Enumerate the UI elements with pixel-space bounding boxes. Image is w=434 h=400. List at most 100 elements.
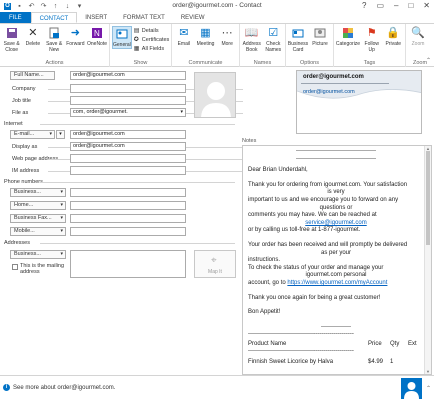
check-names-button[interactable]: ☑ Check Names [264,26,284,54]
forward-button[interactable]: ➜ Forward [66,26,85,48]
notes-line: comments you may have. We can be reached… [248,212,377,219]
notes-line: is very [327,189,345,196]
person-silhouette-icon [404,382,419,399]
contact-photo[interactable] [194,72,236,118]
delete-button[interactable]: ✕ Delete [23,26,42,48]
address-book-button[interactable]: 📖 Address Book [242,26,262,54]
display-as-field[interactable]: order@igourmet.com [70,142,186,151]
map-it-button[interactable]: ⌖ Map It [194,250,236,278]
item-qty: 1 [390,359,394,366]
private-button[interactable]: 🔒 Private [384,26,404,48]
address-book-icon: 📖 [244,27,259,39]
collapse-ribbon-icon[interactable]: ⌃ [426,57,431,64]
email-field[interactable]: order@igourmet.com [70,130,186,139]
phone-business-fax-field[interactable] [70,214,186,223]
my-account-link[interactable]: https://www.igourmet.com/myAccount [287,280,387,286]
save-close-button[interactable]: Save & Close [2,26,21,53]
full-name-button[interactable]: Full Name... [10,71,55,80]
meeting-button[interactable]: ▦ Meeting [196,26,216,48]
chevron-up-icon[interactable]: ⌃ [426,385,431,392]
company-field[interactable] [70,84,186,93]
address-field[interactable] [70,250,186,278]
svg-text:N: N [94,29,100,38]
notes-separator: ---------------------------------------- [296,148,376,154]
categorize-button[interactable]: Categorize [336,26,360,47]
general-view-button[interactable]: General [112,26,132,49]
notes-separator: ----------------------------------------… [248,348,354,355]
job-title-label: Job title [12,98,243,104]
scroll-down-icon[interactable]: ▼ [425,369,431,374]
business-card-email: order@igourmet.com [303,89,355,95]
job-title-field[interactable] [70,96,186,105]
phone-mobile-button[interactable]: Mobile... [10,227,66,236]
col-ext: Ext [408,340,417,347]
full-name-field[interactable]: order@igourmet.com [70,71,186,80]
phone-business-field[interactable] [70,188,186,197]
delete-icon: ✕ [28,27,38,39]
onenote-button[interactable]: N OneNote [87,26,107,47]
notes-line: Thank you for ordering from igourmet.com… [248,181,408,188]
window-controls: ? ▭ – □ ✕ [362,0,430,12]
service-email-link[interactable]: service@igourmet.com [305,220,366,226]
notes-line: important to us and we encourage you to … [248,196,399,203]
ribbon: Save & Close ✕ Delete Save & New ➜ Forward… [0,24,434,67]
communicate-group: ✉ Email ▦ Meeting ⋯ More Communicate [172,24,240,67]
picture-button[interactable]: Picture [310,26,330,47]
follow-up-button[interactable]: ⚑ Follow Up [362,26,382,54]
map-icon: ⌖ [211,255,217,266]
web-page-field[interactable] [70,154,186,163]
im-address-field[interactable] [70,166,186,175]
notes-line: account, go to https://www.igourmet.com/… [248,279,388,286]
certificates-button[interactable]: ✪ Certificates [134,36,170,44]
file-as-select[interactable]: com, order@igourmet. ▾ [70,108,186,117]
phone-home-field[interactable] [70,201,186,210]
ribbon-display-button[interactable]: ▭ [376,0,384,12]
phone-mobile-field[interactable] [70,227,186,236]
notes-line: questions or [319,204,353,211]
email-button[interactable]: ✉ Email [174,26,194,48]
details-button[interactable]: ▤ Details [134,27,170,35]
maximize-button[interactable]: □ [408,0,413,12]
tab-format-text[interactable]: FORMAT TEXT [115,12,173,23]
more-button[interactable]: ⋯ More [217,26,237,48]
names-group: 📖 Address Book ☑ Check Names Names [240,24,286,67]
tab-insert[interactable]: INSERT [77,12,115,23]
phone-home-button[interactable]: Home... [10,201,66,210]
tab-review[interactable]: REVIEW [173,12,213,23]
categorize-icon [341,26,355,40]
email-type-button[interactable]: E-mail... [10,130,55,139]
tags-group-label: Tags [363,60,376,66]
flag-icon: ⚑ [366,27,377,39]
help-button[interactable]: ? [362,0,366,12]
close-button[interactable]: ✕ [423,0,430,12]
notes-line: or by calling us toll-free at 1-877-igou… [248,227,361,234]
avatar[interactable] [401,378,422,399]
meeting-icon: ▦ [200,27,211,39]
phone-business-fax-button[interactable]: Business Fax... [10,214,66,223]
col-product-name: Product Name [248,340,287,347]
all-fields-button[interactable]: ▦ All Fields [134,45,170,53]
notes-scrollbar[interactable]: ▲ ▼ [424,146,431,374]
business-card-name: order@igourmet.com [303,74,364,80]
zoom-button[interactable]: 🔍 Zoom [408,26,428,48]
email-type-dropdown[interactable]: ▾ [56,130,65,139]
notes-area[interactable]: ----------------------------------------… [242,145,432,375]
scroll-thumb[interactable] [426,151,430,245]
mailing-address-checkbox[interactable] [12,264,18,270]
address-business-button[interactable]: Business... [10,250,66,259]
business-card-icon [291,26,305,40]
phone-business-button[interactable]: Business... [10,188,66,197]
minimize-button[interactable]: – [394,0,398,12]
save-new-button[interactable]: Save & New [45,26,64,53]
names-group-label: Names [253,60,272,66]
im-address-label: IM address [12,168,245,174]
see-more-link[interactable]: See more about order@igourmet.com. [13,385,115,391]
business-card-preview[interactable]: order@igourmet.com order@igourmet.com [296,70,422,134]
zoom-icon: 🔍 [411,27,425,39]
all-fields-icon: ▦ [133,46,140,52]
tab-file[interactable]: FILE [0,12,31,23]
certificate-icon: ✪ [133,37,139,43]
business-card-button[interactable]: Business Card [288,26,308,53]
notes-separator: --------------- [321,323,351,330]
tab-contact[interactable]: CONTACT [30,12,78,23]
